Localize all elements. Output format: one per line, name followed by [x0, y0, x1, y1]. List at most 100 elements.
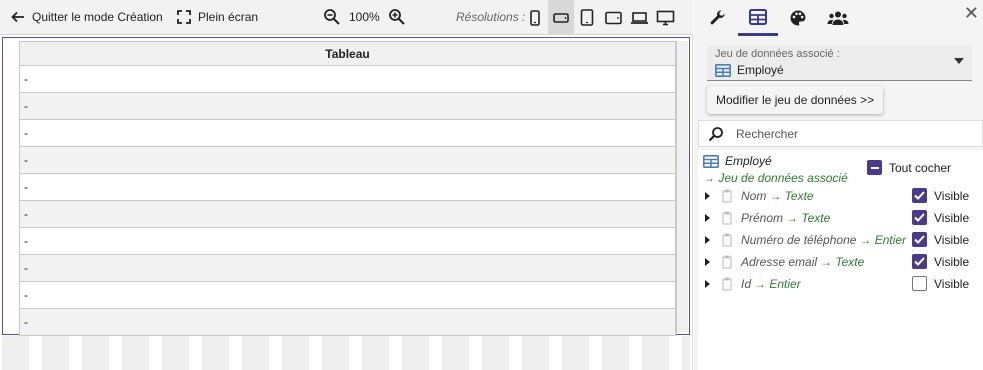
table-row[interactable]: -	[19, 308, 676, 336]
tab-style[interactable]	[778, 0, 818, 36]
table-cell: -	[19, 173, 676, 201]
expand-triangle-icon[interactable]	[705, 280, 710, 288]
table-cell: -	[19, 92, 676, 120]
table-cell: -	[19, 119, 676, 147]
expand-triangle-icon[interactable]	[705, 214, 710, 222]
designer-area: Quitter le mode Création Plein écran 100…	[0, 0, 693, 370]
tab-permissions[interactable]	[818, 0, 858, 36]
table-row[interactable]: -	[19, 65, 676, 93]
wrench-icon	[710, 10, 725, 25]
visible-checkbox-checked[interactable]	[912, 254, 927, 269]
visible-label: Visible	[934, 188, 970, 203]
zoom-out-icon[interactable]	[323, 8, 341, 26]
field-name: Adresse email	[741, 255, 818, 269]
visible-checkbox-unchecked[interactable]	[912, 276, 927, 291]
field-name: Nom	[741, 189, 767, 203]
table-row[interactable]: -	[19, 92, 676, 120]
field-name: Id	[741, 277, 752, 291]
visible-checkbox-checked[interactable]	[912, 232, 927, 247]
resolution-tablet-portrait-button[interactable]	[574, 0, 600, 35]
zoom-value: 100%	[349, 10, 380, 24]
table-cell: -	[19, 254, 676, 282]
dataset-value-text: Employé	[737, 63, 784, 77]
check-all-label: Tout cocher	[889, 160, 952, 175]
field-row[interactable]: Nom → Texte Visible	[703, 186, 978, 206]
table-header[interactable]: Tableau	[19, 41, 676, 66]
field-name: Numéro de téléphone	[741, 233, 857, 247]
table-cell: -	[19, 200, 676, 228]
chevron-down-icon	[954, 58, 964, 64]
table-row[interactable]: -	[19, 119, 676, 147]
fullscreen-icon	[177, 10, 191, 24]
data-table[interactable]: Tableau - - - - - - - - - -	[19, 41, 676, 336]
resolution-laptop-button[interactable]	[626, 0, 652, 35]
phone-portrait-icon	[530, 9, 540, 26]
tree-root[interactable]: Employé	[703, 154, 772, 168]
table-row[interactable]: -	[19, 146, 676, 174]
table-scroll-strip	[676, 41, 688, 333]
quit-label: Quitter le mode Création	[32, 10, 163, 24]
field-row[interactable]: Adresse email → Texte Visible	[703, 252, 978, 272]
visible-checkbox-checked[interactable]	[912, 210, 927, 225]
field-visible-toggle[interactable]: Visible	[912, 276, 969, 291]
table-row[interactable]: -	[19, 173, 676, 201]
dataset-select-value: Employé	[715, 63, 784, 77]
document-icon	[722, 255, 732, 269]
check-all-toggle[interactable]: Tout cocher	[867, 160, 951, 175]
field-name: Prénom	[741, 211, 784, 225]
tab-data[interactable]	[738, 0, 778, 36]
field-row[interactable]: Id → Entier Visible	[703, 274, 978, 294]
resolution-phone-portrait-button[interactable]	[522, 0, 548, 35]
field-type: → Texte	[786, 211, 831, 225]
design-canvas[interactable]: Tableau - - - - - - - - - -	[2, 37, 690, 336]
zoom-in-icon[interactable]	[388, 8, 406, 26]
field-visible-toggle[interactable]: Visible	[912, 232, 969, 247]
field-visible-toggle[interactable]: Visible	[912, 188, 969, 203]
expand-triangle-icon[interactable]	[705, 192, 710, 200]
visible-label: Visible	[934, 232, 970, 247]
field-type: → Entier	[754, 277, 801, 291]
tree-root-subtitle: → Jeu de données associé	[703, 171, 848, 185]
field-row[interactable]: Numéro de téléphone → Entier Visible	[703, 230, 978, 250]
tab-settings[interactable]	[698, 0, 738, 36]
table-row[interactable]: -	[19, 254, 676, 282]
check-all-checkbox[interactable]	[867, 160, 882, 175]
resolution-buttons	[522, 0, 678, 35]
document-icon	[722, 233, 732, 247]
tablet-portrait-icon	[580, 9, 594, 26]
field-type: → Texte	[820, 255, 865, 269]
search-input[interactable]	[736, 126, 966, 141]
table-row[interactable]: -	[19, 281, 676, 309]
field-visible-toggle[interactable]: Visible	[912, 210, 969, 225]
table-row[interactable]: -	[19, 227, 676, 255]
palette-icon	[790, 10, 806, 26]
field-visible-toggle[interactable]: Visible	[912, 254, 969, 269]
phone-landscape-icon	[553, 12, 569, 23]
table-cell: -	[19, 281, 676, 309]
resolutions-label: Résolutions :	[456, 9, 526, 24]
visible-checkbox-checked[interactable]	[912, 188, 927, 203]
resolution-phone-landscape-button[interactable]	[548, 0, 574, 35]
arrow-left-icon	[11, 11, 24, 23]
expand-triangle-icon[interactable]	[705, 258, 710, 266]
resolution-tablet-landscape-button[interactable]	[600, 0, 626, 35]
designer-toolbar: Quitter le mode Création Plein écran 100…	[0, 0, 693, 35]
resolution-desktop-button[interactable]	[652, 0, 678, 35]
dataset-select[interactable]: Jeu de données associé : Employé	[707, 45, 972, 81]
fullscreen-button[interactable]: Plein écran	[176, 0, 258, 35]
expand-triangle-icon[interactable]	[705, 236, 710, 244]
table-cell: -	[19, 227, 676, 255]
field-row[interactable]: Prénom → Texte Visible	[703, 208, 978, 228]
users-icon	[827, 11, 849, 25]
tree-root-name: Employé	[725, 154, 772, 168]
dataset-select-label: Jeu de données associé :	[715, 48, 840, 60]
laptop-icon	[630, 11, 648, 24]
modify-dataset-button[interactable]: Modifier le jeu de données >>	[707, 86, 884, 114]
document-icon	[722, 277, 732, 291]
tablet-landscape-icon	[604, 11, 622, 24]
close-panel-button[interactable]: ✕	[964, 4, 979, 22]
close-icon: ✕	[963, 3, 979, 23]
zoom-controls: 100%	[323, 0, 406, 35]
quit-creation-mode-button[interactable]: Quitter le mode Création	[10, 0, 163, 35]
table-row[interactable]: -	[19, 200, 676, 228]
